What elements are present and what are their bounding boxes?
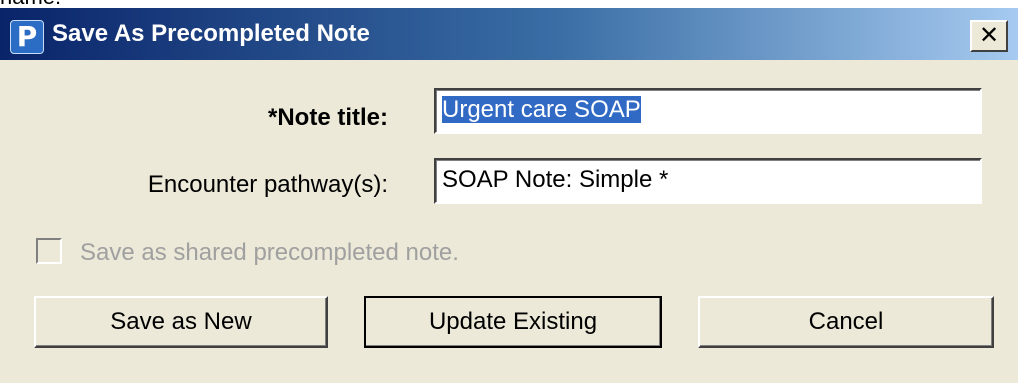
save-as-new-button[interactable]: Save as New (34, 296, 328, 348)
background-window-text: name: (0, 0, 61, 8)
background-window-strip: name: (0, 0, 1018, 8)
title-bar[interactable]: P Save As Precompleted Note ✕ (0, 8, 1018, 60)
app-icon-letter: P (16, 20, 38, 53)
encounter-pathway-label: Encounter pathway(s): (147, 171, 388, 198)
note-title-label: *Note title: (268, 104, 388, 131)
shared-note-checkbox[interactable] (36, 238, 62, 264)
encounter-pathway-input[interactable]: SOAP Note: Simple * (434, 158, 982, 204)
close-button[interactable]: ✕ (970, 20, 1008, 52)
note-title-input[interactable]: Urgent care SOAP (434, 88, 982, 134)
cancel-button[interactable]: Cancel (698, 296, 994, 348)
shared-note-checkbox-label: Save as shared precompleted note. (80, 239, 459, 266)
save-precompleted-note-dialog: name: P Save As Precompleted Note ✕ *Not… (0, 0, 1018, 383)
window-title: Save As Precompleted Note (52, 20, 370, 47)
close-icon: ✕ (978, 21, 1000, 49)
note-title-value: Urgent care SOAP (442, 96, 641, 123)
encounter-pathway-value: SOAP Note: Simple * (442, 166, 669, 193)
update-existing-button[interactable]: Update Existing (364, 296, 662, 348)
p-app-icon: P (10, 20, 44, 54)
